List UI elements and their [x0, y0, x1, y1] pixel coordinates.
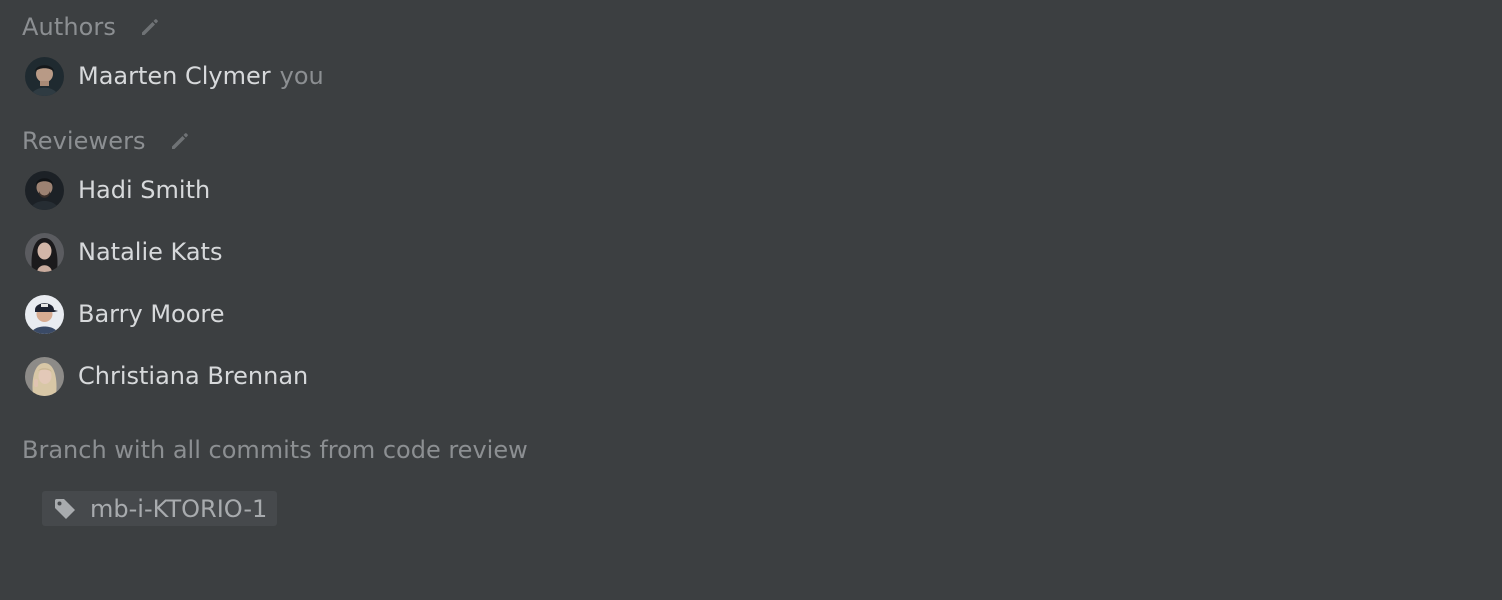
code-review-details-panel: Authors Maarten Clymer you Reviewers Had… [0, 0, 1502, 600]
avatar-woman-blonde [25, 356, 64, 396]
authors-title: Authors [22, 13, 117, 41]
tag-icon [52, 496, 78, 522]
author-you-label: you [279, 62, 324, 90]
reviewers-title: Reviewers [22, 127, 146, 155]
edit-authors-pencil-icon[interactable] [138, 15, 162, 39]
reviewer-name: Barry Moore [78, 300, 225, 328]
author-row[interactable]: Maarten Clymer you [25, 56, 324, 96]
author-name: Maarten Clymer [78, 62, 271, 90]
reviewer-row[interactable]: Christiana Brennan [25, 356, 308, 396]
reviewer-name: Christiana Brennan [78, 362, 309, 390]
branch-section-title: Branch with all commits from code review [22, 436, 528, 464]
reviewers-header: Reviewers [22, 126, 192, 156]
avatar-man-cap [25, 294, 64, 334]
reviewer-name: Hadi Smith [78, 176, 211, 204]
reviewer-row[interactable]: Natalie Kats [25, 232, 222, 272]
authors-header: Authors [22, 12, 162, 42]
avatar-man-dark [25, 170, 64, 210]
reviewer-row[interactable]: Barry Moore [25, 294, 225, 334]
edit-reviewers-pencil-icon[interactable] [168, 129, 192, 153]
branch-name: mb-i-KTORIO-1 [90, 494, 268, 523]
reviewer-name: Natalie Kats [78, 238, 223, 266]
reviewer-row[interactable]: Hadi Smith [25, 170, 210, 210]
avatar-woman-dark-hair [25, 232, 64, 272]
branch-chip[interactable]: mb-i-KTORIO-1 [42, 491, 278, 526]
avatar-dark-hair-man [25, 56, 64, 96]
